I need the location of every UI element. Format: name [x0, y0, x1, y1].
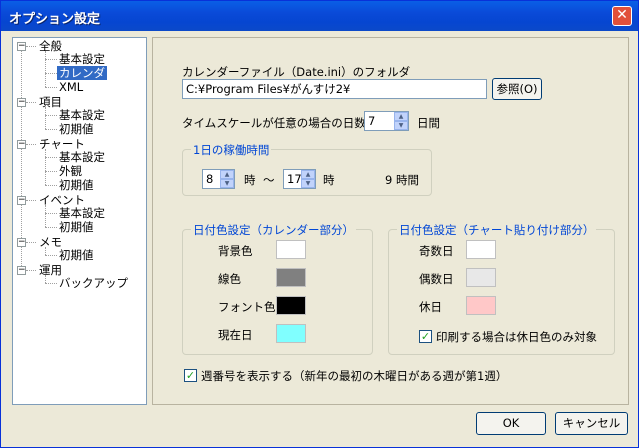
tree-connector	[26, 46, 36, 47]
timescale-days-unit: 日間	[417, 116, 440, 130]
ok-button[interactable]: OK	[476, 412, 546, 435]
even-day-color-swatch[interactable]	[466, 268, 496, 287]
calendar-color-label: 線色	[218, 272, 241, 286]
tree-toggle-items[interactable]: −	[17, 98, 26, 107]
tree-connector	[45, 185, 57, 186]
spin-down-icon[interactable]: ▼	[220, 179, 234, 188]
options-tree[interactable]: − 全般 基本設定 カレンダ XML − 項目 基本設定 初期値 − チャート …	[12, 37, 147, 405]
spin-down-icon[interactable]: ▼	[394, 121, 408, 130]
tree-toggle-memo[interactable]: −	[17, 238, 26, 247]
work-start-spinner[interactable]: 8 ▲ ▼	[202, 169, 235, 189]
today-color-swatch[interactable]	[276, 324, 306, 343]
tree-item-memo[interactable]: メモ	[39, 235, 62, 249]
tree-connector	[45, 255, 57, 256]
tree-connector	[45, 73, 57, 74]
calendar-settings-panel: カレンダーファイル（Date.ini）のフォルダ C:¥Program File…	[152, 37, 629, 405]
tree-connector	[45, 227, 57, 228]
tree-connector	[26, 144, 36, 145]
chart-color-label: 偶数日	[419, 272, 454, 286]
tree-item-event-basic[interactable]: 基本設定	[59, 206, 105, 220]
tree-item-items[interactable]: 項目	[39, 95, 62, 109]
tree-connector	[26, 242, 36, 243]
tree-connector	[26, 270, 36, 271]
tree-connector	[45, 171, 57, 172]
holiday-color-swatch[interactable]	[466, 296, 496, 315]
tree-connector	[45, 129, 57, 130]
work-start-unit: 時	[244, 173, 256, 187]
work-start-value: 8	[206, 172, 214, 186]
tree-item-memo-defaults[interactable]: 初期値	[59, 248, 94, 262]
tree-item-chart-basic[interactable]: 基本設定	[59, 150, 105, 164]
calendar-color-label: フォント色	[218, 300, 276, 314]
range-tilde: ～	[263, 173, 275, 187]
work-hours-group: 1日の稼働時間 8 ▲ ▼ 時 ～ 17 ▲ ▼ 時 9 時間	[182, 142, 432, 196]
tree-connector	[45, 115, 57, 116]
tree-item-backup[interactable]: バックアップ	[59, 276, 128, 290]
timescale-days-label: タイムスケールが任意の場合の日数	[182, 116, 366, 130]
calendar-color-title: 日付色設定（カレンダー部分）	[191, 222, 356, 238]
work-hours-total: 9 時間	[385, 173, 419, 187]
tree-branch-line	[45, 51, 46, 87]
tree-toggle-general[interactable]: −	[17, 42, 26, 51]
tree-item-event[interactable]: イベント	[39, 193, 85, 207]
tree-branch-line	[45, 107, 46, 129]
tree-toggle-chart[interactable]: −	[17, 140, 26, 149]
spin-up-icon[interactable]: ▲	[394, 112, 408, 121]
tree-connector	[45, 213, 57, 214]
calendar-color-label: 背景色	[218, 244, 253, 258]
odd-day-color-swatch[interactable]	[466, 240, 496, 259]
tree-branch-line	[45, 205, 46, 227]
tree-item-xml[interactable]: XML	[59, 80, 83, 94]
spin-up-icon[interactable]: ▲	[301, 170, 315, 179]
tree-item-chart-appearance[interactable]: 外観	[59, 164, 82, 178]
chart-color-label: 休日	[419, 300, 442, 314]
close-button[interactable]: ✕	[612, 6, 632, 26]
work-hours-title: 1日の稼働時間	[191, 142, 272, 158]
calendar-folder-label: カレンダーファイル（Date.ini）のフォルダ	[182, 65, 411, 79]
tree-connector	[45, 283, 57, 284]
browse-button[interactable]: 参照(O)	[492, 78, 542, 100]
window-title: オプション設定	[9, 12, 101, 27]
tree-item-items-basic[interactable]: 基本設定	[59, 108, 105, 122]
tree-toggle-operation[interactable]: −	[17, 266, 26, 275]
chart-color-label: 奇数日	[419, 244, 454, 258]
week-number-label: 週番号を表示する（新年の最初の木曜日がある週が第1週）	[201, 369, 508, 383]
week-number-checkbox[interactable]: ✓	[184, 369, 197, 382]
options-dialog: オプション設定 ✕ − 全般 基本設定 カレンダ XML − 項目 基本設定 初…	[0, 0, 639, 448]
tree-toggle-event[interactable]: −	[17, 196, 26, 205]
print-holiday-label: 印刷する場合は休日色のみ対象	[436, 330, 597, 344]
tree-connector	[26, 102, 36, 103]
background-color-swatch[interactable]	[276, 240, 306, 259]
work-end-value: 17	[287, 172, 302, 186]
timescale-days-spinner[interactable]: 7 ▲ ▼	[364, 111, 409, 131]
spin-down-icon[interactable]: ▼	[301, 179, 315, 188]
tree-item-event-defaults[interactable]: 初期値	[59, 220, 94, 234]
tree-item-chart[interactable]: チャート	[39, 137, 85, 151]
tree-item-general-basic[interactable]: 基本設定	[59, 52, 105, 66]
chart-color-title: 日付色設定（チャート貼り付け部分）	[397, 222, 597, 238]
tree-item-items-defaults[interactable]: 初期値	[59, 122, 94, 136]
work-end-unit: 時	[323, 173, 335, 187]
timescale-days-value: 7	[368, 114, 376, 128]
chart-color-group: 日付色設定（チャート貼り付け部分） 奇数日 偶数日 休日 ✓ 印刷する場合は休日…	[388, 222, 615, 355]
calendar-folder-input[interactable]: C:¥Program Files¥がんすけ2¥	[182, 79, 487, 99]
tree-connector	[45, 59, 57, 60]
tree-item-chart-defaults[interactable]: 初期値	[59, 178, 94, 192]
tree-connector	[45, 87, 57, 88]
tree-item-calendar[interactable]: カレンダ	[57, 66, 107, 80]
work-end-spinner[interactable]: 17 ▲ ▼	[283, 169, 316, 189]
calendar-color-label: 現在日	[218, 328, 253, 342]
font-color-swatch[interactable]	[276, 296, 306, 315]
line-color-swatch[interactable]	[276, 268, 306, 287]
spin-up-icon[interactable]: ▲	[220, 170, 234, 179]
print-holiday-checkbox[interactable]: ✓	[419, 330, 432, 343]
tree-item-operation[interactable]: 運用	[39, 263, 62, 277]
tree-connector	[26, 200, 36, 201]
calendar-color-group: 日付色設定（カレンダー部分） 背景色 線色 フォント色 現在日	[182, 222, 373, 355]
tree-connector	[45, 157, 57, 158]
tree-item-general[interactable]: 全般	[39, 39, 62, 53]
tree-branch-line	[45, 149, 46, 185]
title-bar[interactable]: オプション設定 ✕	[1, 1, 638, 31]
cancel-button[interactable]: キャンセル	[555, 412, 628, 435]
